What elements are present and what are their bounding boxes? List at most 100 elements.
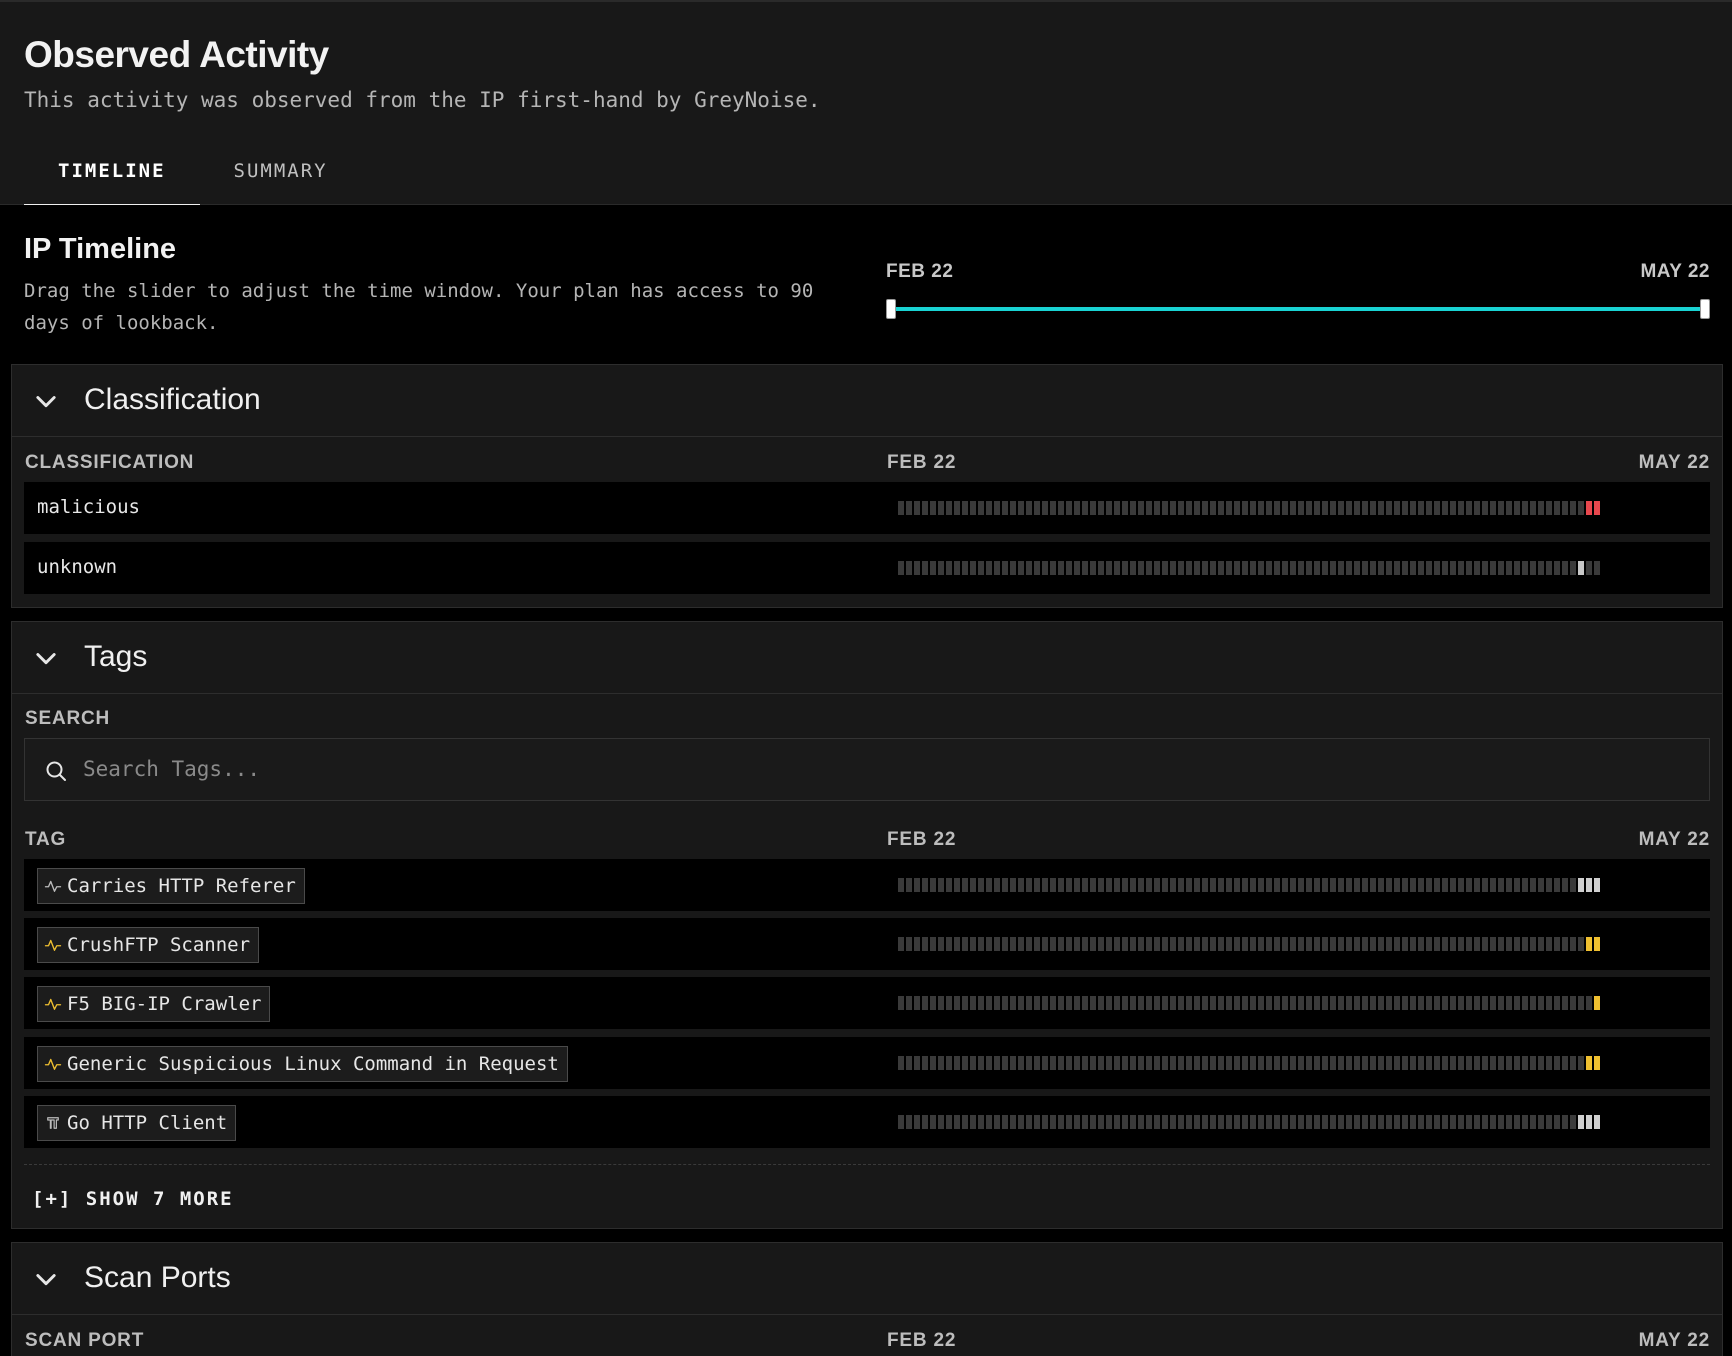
day-bar xyxy=(1258,878,1264,892)
time-window-slider[interactable] xyxy=(886,297,1710,321)
day-bar xyxy=(1474,1056,1480,1070)
day-bar xyxy=(1130,1056,1136,1070)
classification-section-header[interactable]: Classification xyxy=(12,365,1722,437)
day-bar xyxy=(1482,561,1488,575)
tags-end-date: MAY 22 xyxy=(1638,829,1710,850)
day-bar xyxy=(922,561,928,575)
day-bar xyxy=(1474,1115,1480,1129)
day-bar xyxy=(1370,561,1376,575)
day-bar xyxy=(1322,996,1328,1010)
day-bar xyxy=(1234,1056,1240,1070)
tag-chip[interactable]: Generic Suspicious Linux Command in Requ… xyxy=(37,1046,568,1082)
day-bar xyxy=(1522,561,1528,575)
day-bar xyxy=(1450,501,1456,515)
day-bar xyxy=(1554,996,1560,1010)
day-bar xyxy=(986,996,992,1010)
day-bar xyxy=(1266,1115,1272,1129)
day-bar xyxy=(1546,996,1552,1010)
tag-search-input[interactable] xyxy=(83,749,1683,789)
day-bar xyxy=(1058,1115,1064,1129)
activity-bars xyxy=(898,1115,1600,1129)
day-bar xyxy=(1506,1115,1512,1129)
day-bar xyxy=(954,1115,960,1129)
day-bar xyxy=(1098,561,1104,575)
tag-chip[interactable]: Go HTTP Client xyxy=(37,1105,237,1141)
day-bar xyxy=(938,937,944,951)
day-bar xyxy=(1130,501,1136,515)
day-bar xyxy=(1554,1115,1560,1129)
day-bar xyxy=(1178,996,1184,1010)
day-bar xyxy=(1154,1056,1160,1070)
day-bar xyxy=(1026,996,1032,1010)
day-bar xyxy=(1298,1115,1304,1129)
day-bar xyxy=(1026,937,1032,951)
day-bar xyxy=(1378,996,1384,1010)
day-bar xyxy=(1586,996,1592,1010)
day-bar xyxy=(1354,878,1360,892)
day-bar xyxy=(1010,1115,1016,1129)
day-bar xyxy=(1154,501,1160,515)
day-bar xyxy=(1314,878,1320,892)
day-bar xyxy=(1210,1115,1216,1129)
day-bar xyxy=(922,501,928,515)
day-bar xyxy=(1234,996,1240,1010)
day-bar xyxy=(1250,878,1256,892)
tag-chip[interactable]: Carries HTTP Referer xyxy=(37,868,305,904)
day-bar xyxy=(1058,996,1064,1010)
day-bar xyxy=(1458,937,1464,951)
day-bar xyxy=(1202,561,1208,575)
day-bar xyxy=(1538,561,1544,575)
day-bar xyxy=(1050,501,1056,515)
day-bar xyxy=(1146,878,1152,892)
tag-row: F5 BIG-IP Crawler xyxy=(24,977,1710,1029)
day-bar xyxy=(1266,878,1272,892)
day-bar xyxy=(1554,878,1560,892)
tag-chip[interactable]: CrushFTP Scanner xyxy=(37,927,260,963)
day-bar xyxy=(1290,1115,1296,1129)
tag-chip[interactable]: F5 BIG-IP Crawler xyxy=(37,986,271,1022)
day-bar xyxy=(1314,996,1320,1010)
tag-row: Generic Suspicious Linux Command in Requ… xyxy=(24,1037,1710,1089)
day-bar xyxy=(1410,996,1416,1010)
day-bar xyxy=(1298,996,1304,1010)
tab-timeline[interactable]: TIMELINE xyxy=(24,152,200,207)
day-bar xyxy=(1298,561,1304,575)
show-more-button[interactable]: [+] SHOW 7 MORE xyxy=(32,1188,234,1210)
slider-end-handle[interactable] xyxy=(1700,299,1710,319)
tag-label: Go HTTP Client xyxy=(67,1112,228,1134)
day-bar xyxy=(1450,878,1456,892)
day-bar xyxy=(914,561,920,575)
day-bar xyxy=(1570,937,1576,951)
scan-ports-section-header[interactable]: Scan Ports xyxy=(12,1243,1722,1315)
day-bar xyxy=(1338,996,1344,1010)
day-bar xyxy=(1386,1056,1392,1070)
day-bar xyxy=(1178,1056,1184,1070)
day-bar xyxy=(1154,1115,1160,1129)
day-bar xyxy=(1202,937,1208,951)
day-bar xyxy=(1330,996,1336,1010)
day-bar xyxy=(1458,1056,1464,1070)
slider-start-handle[interactable] xyxy=(886,299,896,319)
day-bar xyxy=(1330,937,1336,951)
day-bar xyxy=(954,561,960,575)
day-bar xyxy=(1314,1056,1320,1070)
day-bar xyxy=(1466,937,1472,951)
day-bar xyxy=(1026,561,1032,575)
day-bar xyxy=(1442,561,1448,575)
day-bar xyxy=(1178,561,1184,575)
day-bar xyxy=(1538,996,1544,1010)
day-bar xyxy=(978,1056,984,1070)
day-bar xyxy=(1306,937,1312,951)
day-bar xyxy=(1546,1056,1552,1070)
slider-track xyxy=(892,307,1704,311)
day-bar xyxy=(922,1115,928,1129)
tags-section-header[interactable]: Tags xyxy=(12,622,1722,694)
day-bar xyxy=(1386,878,1392,892)
day-bar xyxy=(1330,1056,1336,1070)
day-bar xyxy=(1210,501,1216,515)
day-bar xyxy=(1498,878,1504,892)
day-bar xyxy=(1298,501,1304,515)
tab-summary[interactable]: SUMMARY xyxy=(200,152,362,207)
day-bar xyxy=(1522,996,1528,1010)
day-bar xyxy=(1522,1056,1528,1070)
